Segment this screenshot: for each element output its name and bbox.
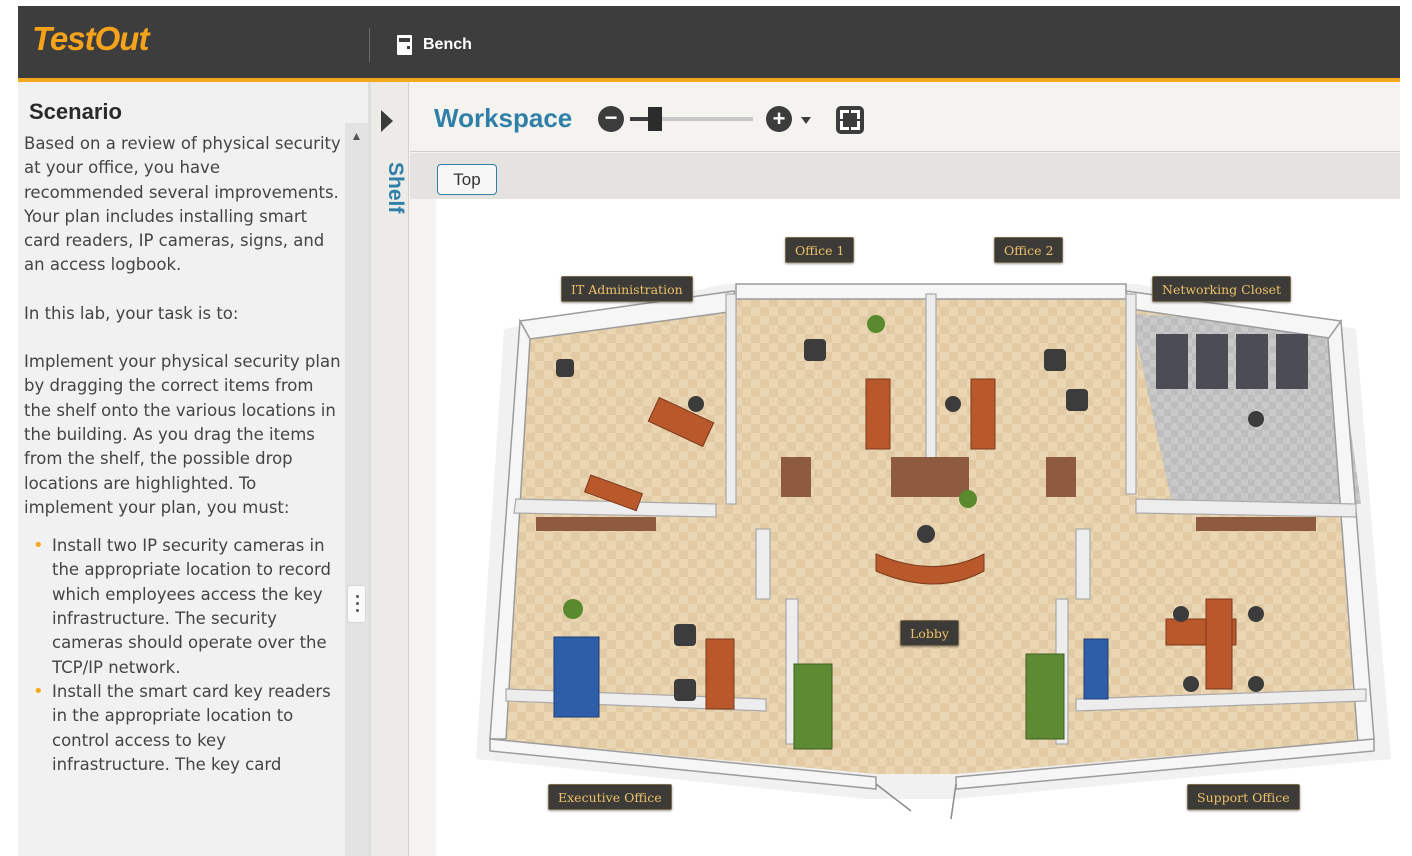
- lab-window: TestOut Bench Scenario Based on a review…: [18, 6, 1400, 856]
- scroll-thumb[interactable]: [347, 585, 366, 623]
- header-separator: [369, 28, 370, 62]
- zoom-slider-handle[interactable]: [647, 107, 662, 131]
- workspace-canvas: Office 1 Office 2 IT Administration Netw…: [436, 199, 1400, 856]
- bench-tab[interactable]: Bench: [423, 36, 472, 54]
- zoom-out-icon[interactable]: −: [598, 106, 624, 132]
- zoom-in-icon[interactable]: +: [766, 106, 792, 132]
- room-label-lobby[interactable]: Lobby: [900, 620, 959, 646]
- expand-shelf-icon[interactable]: [381, 110, 393, 132]
- shelf-panel[interactable]: Shelf: [371, 82, 409, 856]
- zoom-dropdown-icon[interactable]: [801, 117, 811, 124]
- workspace-panel: Workspace − + Top Office 1 Office 2 IT A…: [410, 82, 1400, 856]
- scenario-paragraph: Based on a review of physical security a…: [24, 134, 341, 275]
- workspace-title: Workspace: [434, 103, 573, 133]
- top-bar: TestOut Bench: [18, 6, 1400, 78]
- bench-icon[interactable]: [397, 35, 412, 55]
- scenario-paragraph: In this lab, your task is to:: [24, 303, 239, 323]
- scenario-title: Scenario: [29, 99, 122, 124]
- shelf-label[interactable]: Shelf: [383, 162, 407, 213]
- scenario-text: Based on a review of physical security a…: [24, 132, 342, 856]
- workspace-header: Workspace − +: [410, 82, 1400, 152]
- room-label-support-office[interactable]: Support Office: [1187, 784, 1300, 810]
- room-label-networking-closet[interactable]: Networking Closet: [1152, 276, 1292, 302]
- room-label-office-2[interactable]: Office 2: [994, 237, 1064, 263]
- scenario-paragraph: Implement your physical security plan by…: [24, 352, 341, 517]
- room-label-it-administration[interactable]: IT Administration: [561, 276, 693, 302]
- fullscreen-icon[interactable]: [836, 106, 864, 134]
- task-list: Install two IP security cameras in the a…: [24, 534, 342, 777]
- task-item: Install the smart card key readers in th…: [24, 680, 342, 777]
- top-view-button[interactable]: Top: [437, 164, 497, 195]
- scenario-panel: Scenario Based on a review of physical s…: [18, 82, 368, 856]
- scenario-scrollbar[interactable]: ▲: [345, 123, 368, 856]
- workspace-toolbar: Top: [410, 153, 1400, 199]
- room-label-office-1[interactable]: Office 1: [785, 237, 855, 263]
- room-label-executive-office[interactable]: Executive Office: [548, 784, 672, 810]
- scroll-up-icon[interactable]: ▲: [345, 123, 368, 145]
- task-item: Install two IP security cameras in the a…: [24, 534, 342, 680]
- testout-logo: TestOut: [32, 20, 149, 57]
